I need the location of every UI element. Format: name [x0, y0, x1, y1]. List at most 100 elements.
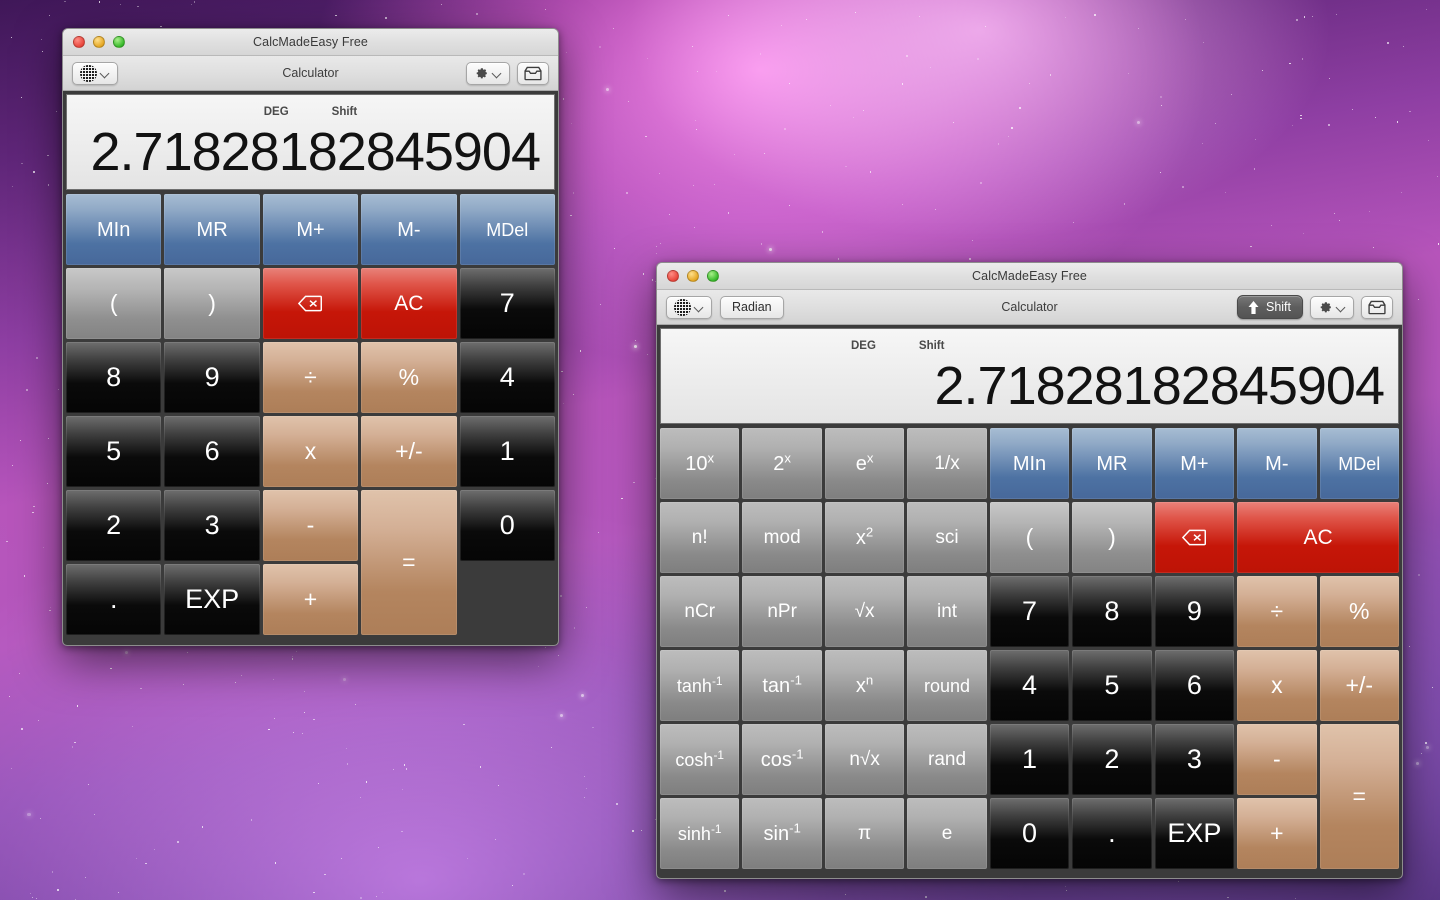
- key-memory-delete[interactable]: MDel: [459, 194, 555, 265]
- key-5[interactable]: 5: [66, 416, 162, 487]
- language-selector-scientific[interactable]: [666, 295, 712, 319]
- minimize-button[interactable]: [687, 270, 699, 282]
- minimize-button[interactable]: [93, 36, 105, 48]
- key-8[interactable]: 8: [1072, 576, 1152, 647]
- traffic-lights-basic[interactable]: [73, 36, 125, 48]
- key-pi[interactable]: π: [824, 798, 905, 869]
- key-ten-power-x[interactable]: 10x: [660, 428, 740, 499]
- key-3[interactable]: 3: [1154, 724, 1235, 795]
- key-x-power-n[interactable]: xn: [824, 650, 905, 721]
- key-e-power-x[interactable]: ex: [824, 428, 905, 499]
- key-arccos[interactable]: cos-1: [742, 724, 822, 795]
- close-button[interactable]: [73, 36, 85, 48]
- settings-button-basic[interactable]: [466, 61, 510, 85]
- key-memory-minus[interactable]: M-: [361, 194, 457, 265]
- key-2[interactable]: 2: [1072, 724, 1152, 795]
- key-paren-close[interactable]: ): [164, 268, 260, 339]
- zoom-button[interactable]: [113, 36, 125, 48]
- key-nth-root[interactable]: n√x: [824, 724, 905, 795]
- key-4[interactable]: 4: [459, 342, 555, 413]
- key-arcsinh[interactable]: sinh-1: [660, 798, 740, 869]
- key-decimal[interactable]: .: [1072, 798, 1152, 869]
- key-memory-recall[interactable]: MR: [164, 194, 260, 265]
- key-arctan[interactable]: tan-1: [742, 650, 822, 721]
- key-integer[interactable]: int: [907, 576, 987, 647]
- key-7[interactable]: 7: [989, 576, 1070, 647]
- key-subtract[interactable]: -: [1237, 724, 1317, 795]
- key-percent[interactable]: %: [361, 342, 457, 413]
- key-exp[interactable]: EXP: [1154, 798, 1235, 869]
- keypad-scientific[interactable]: 10x 2x ex 1/x MIn MR M+ M- MDel n! mod x2 sci() AC nCr…: [660, 428, 1399, 869]
- key-percent[interactable]: %: [1319, 576, 1399, 647]
- key-divide[interactable]: ÷: [262, 342, 359, 413]
- key-reciprocal[interactable]: 1/x: [907, 428, 987, 499]
- key-1[interactable]: 1: [989, 724, 1070, 795]
- key-scientific-notation[interactable]: sci: [907, 502, 987, 573]
- key-1[interactable]: 1: [459, 416, 555, 487]
- key-subtract[interactable]: -: [262, 490, 359, 561]
- calculator-window-scientific[interactable]: CalcMadeEasy Free Radian Calculator Shif…: [656, 262, 1403, 879]
- key-euler[interactable]: e: [907, 798, 987, 869]
- key-factorial[interactable]: n!: [660, 502, 740, 573]
- key-backspace[interactable]: [262, 268, 359, 339]
- angle-mode-button[interactable]: Radian: [720, 295, 784, 319]
- key-combinations[interactable]: nCr: [660, 576, 740, 647]
- key-2[interactable]: 2: [66, 490, 162, 561]
- key-memory-plus[interactable]: M+: [1154, 428, 1235, 499]
- key-exp[interactable]: EXP: [164, 564, 260, 635]
- key-4[interactable]: 4: [989, 650, 1070, 721]
- key-all-clear[interactable]: AC: [1237, 502, 1399, 573]
- key-modulo[interactable]: mod: [742, 502, 822, 573]
- key-arcsin[interactable]: sin-1: [742, 798, 822, 869]
- key-backspace[interactable]: [1154, 502, 1235, 573]
- close-button[interactable]: [667, 270, 679, 282]
- key-divide[interactable]: ÷: [1237, 576, 1317, 647]
- settings-button-scientific[interactable]: [1310, 295, 1354, 319]
- inbox-button-scientific[interactable]: [1361, 295, 1393, 319]
- key-0[interactable]: 0: [459, 490, 555, 561]
- key-equals[interactable]: =: [361, 490, 457, 635]
- language-selector-basic[interactable]: [72, 61, 118, 85]
- key-memory-in[interactable]: MIn: [66, 194, 162, 265]
- key-memory-recall[interactable]: MR: [1072, 428, 1152, 499]
- key-all-clear[interactable]: AC: [361, 268, 457, 339]
- titlebar-scientific[interactable]: CalcMadeEasy Free: [657, 263, 1402, 290]
- key-7[interactable]: 7: [459, 268, 555, 339]
- key-8[interactable]: 8: [66, 342, 162, 413]
- key-9[interactable]: 9: [1154, 576, 1235, 647]
- key-permutations[interactable]: nPr: [742, 576, 822, 647]
- key-paren-close[interactable]: ): [1072, 502, 1152, 573]
- key-two-power-x[interactable]: 2x: [742, 428, 822, 499]
- key-memory-plus[interactable]: M+: [262, 194, 359, 265]
- keypad-basic[interactable]: MIn MR M+ M- MDel () AC 7 8 9 ÷% 4 5 6 x +/- 1 2 3 - = 0. EXP +: [66, 194, 555, 635]
- inbox-button-basic[interactable]: [517, 61, 549, 85]
- key-add[interactable]: +: [262, 564, 359, 635]
- key-multiply[interactable]: x: [262, 416, 359, 487]
- toolbar-scientific[interactable]: Radian Calculator Shift: [657, 290, 1402, 325]
- key-sign-toggle[interactable]: +/-: [361, 416, 457, 487]
- key-equals[interactable]: =: [1319, 724, 1399, 869]
- key-paren-open[interactable]: (: [989, 502, 1070, 573]
- zoom-button[interactable]: [707, 270, 719, 282]
- key-memory-delete[interactable]: MDel: [1319, 428, 1399, 499]
- key-arccosh[interactable]: cosh-1: [660, 724, 740, 795]
- key-sign-toggle[interactable]: +/-: [1319, 650, 1399, 721]
- key-6[interactable]: 6: [164, 416, 260, 487]
- key-5[interactable]: 5: [1072, 650, 1152, 721]
- key-multiply[interactable]: x: [1237, 650, 1317, 721]
- calculator-window-basic[interactable]: CalcMadeEasy Free Calculator DEG Shift 2…: [62, 28, 559, 646]
- key-x-squared[interactable]: x2: [824, 502, 905, 573]
- key-0[interactable]: 0: [989, 798, 1070, 869]
- titlebar-basic[interactable]: CalcMadeEasy Free: [63, 29, 558, 56]
- key-memory-in[interactable]: MIn: [989, 428, 1070, 499]
- key-decimal[interactable]: .: [66, 564, 162, 635]
- traffic-lights-scientific[interactable]: [667, 270, 719, 282]
- key-paren-open[interactable]: (: [66, 268, 162, 339]
- key-3[interactable]: 3: [164, 490, 260, 561]
- key-square-root[interactable]: √x: [824, 576, 905, 647]
- key-memory-minus[interactable]: M-: [1237, 428, 1317, 499]
- key-9[interactable]: 9: [164, 342, 260, 413]
- key-6[interactable]: 6: [1154, 650, 1235, 721]
- toolbar-basic[interactable]: Calculator: [63, 56, 558, 91]
- key-arctanh[interactable]: tanh-1: [660, 650, 740, 721]
